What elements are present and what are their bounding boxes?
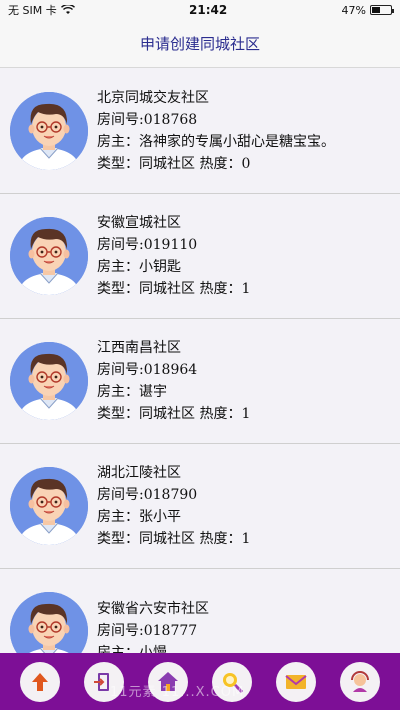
bottom-tab-bar: [0, 653, 400, 710]
owner-avatar: [10, 92, 88, 170]
community-list-item[interactable]: 安徽宣城社区房间号:019110 房主：小钥匙类型：同城社区 热度：1: [0, 194, 400, 319]
room-number: 房间号:018777: [97, 623, 198, 639]
owner-avatar: [10, 342, 88, 420]
battery-icon: [370, 5, 394, 15]
tab-button-home[interactable]: [148, 661, 188, 702]
owner-name: 房主：小钥匙: [97, 259, 181, 275]
community-name: 安徽省六安市社区: [97, 601, 209, 617]
battery-percent: 47%: [341, 3, 366, 17]
room-number: 房间号:018768: [97, 112, 198, 128]
community-list: 北京同城交友社区 房间号:018768 房主：洛神家的专属小甜心是糖宝宝。 类型：同城…: [0, 69, 400, 694]
status-bar: 无 SIM 卡 21:42 47%: [0, 0, 400, 20]
tab-button-search[interactable]: [212, 661, 252, 702]
community-name: 江西南昌社区: [97, 340, 181, 356]
battery-level: [372, 7, 381, 13]
tab-button-support-agent[interactable]: [340, 661, 380, 702]
tab-button-mail[interactable]: [276, 661, 316, 702]
search-icon: [223, 672, 244, 693]
room-number: 房间号:018964: [97, 362, 198, 378]
community-list-item[interactable]: 江西南昌社区房间号:018964 房主：谌宇类型：同城社区 热度：1: [0, 319, 400, 444]
community-type-heat: 类型：同城社区 热度：1: [97, 281, 251, 297]
room-number: 房间号:018790: [97, 487, 198, 503]
community-name: 安徽宣城社区: [97, 215, 181, 231]
page-title[interactable]: 申请创建同城社区: [140, 33, 260, 54]
community-name: 北京同城交友社区: [97, 90, 209, 106]
carrier-label: 无 SIM 卡: [8, 4, 57, 17]
wifi-icon: [60, 5, 75, 14]
community-type-heat: 类型：同城社区 热度：1: [97, 531, 251, 547]
community-list-item[interactable]: 北京同城交友社区 房间号:018768 房主：洛神家的专属小甜心是糖宝宝。 类型：同城…: [0, 69, 400, 194]
community-info: 安徽宣城社区房间号:019110 房主：小钥匙类型：同城社区 热度：1: [97, 212, 250, 300]
community-list-item[interactable]: 湖北江陵社区房间号:018790 房主：张小平类型：同城社区 热度：1: [0, 444, 400, 569]
support-agent-icon: [351, 670, 369, 692]
owner-avatar: [10, 467, 88, 545]
clock: 21:42: [189, 3, 228, 17]
community-info: 湖北江陵社区房间号:018790 房主：张小平类型：同城社区 热度：1: [97, 462, 250, 550]
owner-name: 房主：洛神家的专属小甜心是糖宝宝。: [97, 134, 335, 150]
nav-bar: 申请创建同城社区: [0, 20, 400, 68]
exit-door-icon: [94, 672, 109, 691]
owner-avatar: [10, 217, 88, 295]
mail-icon: [285, 674, 307, 689]
owner-name: 房主：张小平: [97, 509, 181, 525]
community-name: 湖北江陵社区: [97, 465, 181, 481]
community-info: 江西南昌社区房间号:018964 房主：谌宇类型：同城社区 热度：1: [97, 337, 250, 425]
up-arrow-icon: [32, 672, 48, 691]
tab-button-up-arrow[interactable]: [20, 661, 60, 702]
room-number: 房间号:019110: [97, 237, 198, 253]
community-info: 北京同城交友社区 房间号:018768 房主：洛神家的专属小甜心是糖宝宝。 类型：同城…: [97, 87, 335, 175]
community-type-heat: 类型：同城社区 热度：1: [97, 406, 251, 422]
owner-name: 房主：谌宇: [97, 384, 167, 400]
community-type-heat: 类型：同城社区 热度：0: [97, 156, 251, 172]
tab-button-exit-door[interactable]: [84, 661, 124, 702]
home-icon: [158, 671, 178, 691]
